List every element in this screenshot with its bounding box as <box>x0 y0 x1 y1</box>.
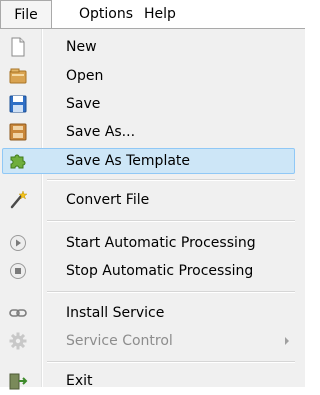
menu-file[interactable]: File <box>0 0 52 29</box>
menu-item-label: Save <box>66 96 101 112</box>
play-circle-icon <box>8 233 28 253</box>
menu-item-open[interactable]: Open <box>0 62 305 90</box>
menu-options[interactable]: Options <box>79 0 133 29</box>
save-disk-icon <box>8 94 28 114</box>
menu-separator <box>47 361 295 363</box>
magic-wand-icon <box>8 190 28 210</box>
menu-item-label: Install Service <box>66 305 165 321</box>
file-menu-dropdown: New Open Save Save As... Save As Templat… <box>0 28 305 390</box>
menu-item-new[interactable]: New <box>0 33 305 61</box>
save-as-icon <box>8 122 28 142</box>
menu-item-label: Stop Automatic Processing <box>66 263 254 279</box>
menu-item-save[interactable]: Save <box>0 90 305 118</box>
menu-help[interactable]: Help <box>144 0 176 29</box>
menu-item-label: New <box>66 39 97 55</box>
menu-separator <box>47 291 295 293</box>
menu-item-label: Convert File <box>66 192 150 208</box>
menu-item-service-control[interactable]: Service Control <box>0 327 305 355</box>
menu-separator <box>47 179 295 181</box>
menu-item-label: Exit <box>66 373 93 389</box>
menu-separator <box>47 220 295 222</box>
menu-item-label: Start Automatic Processing <box>66 235 256 251</box>
menu-item-install-service[interactable]: Install Service <box>0 299 305 327</box>
menu-bar: File Options Help <box>0 0 305 29</box>
menu-item-exit[interactable]: Exit <box>0 367 305 395</box>
exit-door-icon <box>8 371 28 391</box>
menu-item-label: Service Control <box>66 333 173 349</box>
chain-link-icon <box>8 303 28 323</box>
menu-item-label: Save As Template <box>66 153 191 169</box>
new-file-icon <box>8 37 28 57</box>
gear-icon <box>8 331 28 351</box>
open-folder-icon <box>8 66 28 86</box>
stop-circle-icon <box>8 261 28 281</box>
menu-item-save-as-template[interactable]: Save As Template <box>0 147 305 175</box>
menu-item-label: Open <box>66 68 104 84</box>
puzzle-piece-icon <box>8 151 28 171</box>
menu-item-convert-file[interactable]: Convert File <box>0 186 305 214</box>
menu-item-save-as[interactable]: Save As... <box>0 118 305 146</box>
submenu-arrow-icon <box>285 337 289 345</box>
menu-item-stop-automatic-processing[interactable]: Stop Automatic Processing <box>0 257 305 285</box>
menu-item-start-automatic-processing[interactable]: Start Automatic Processing <box>0 229 305 257</box>
menu-item-label: Save As... <box>66 124 136 140</box>
